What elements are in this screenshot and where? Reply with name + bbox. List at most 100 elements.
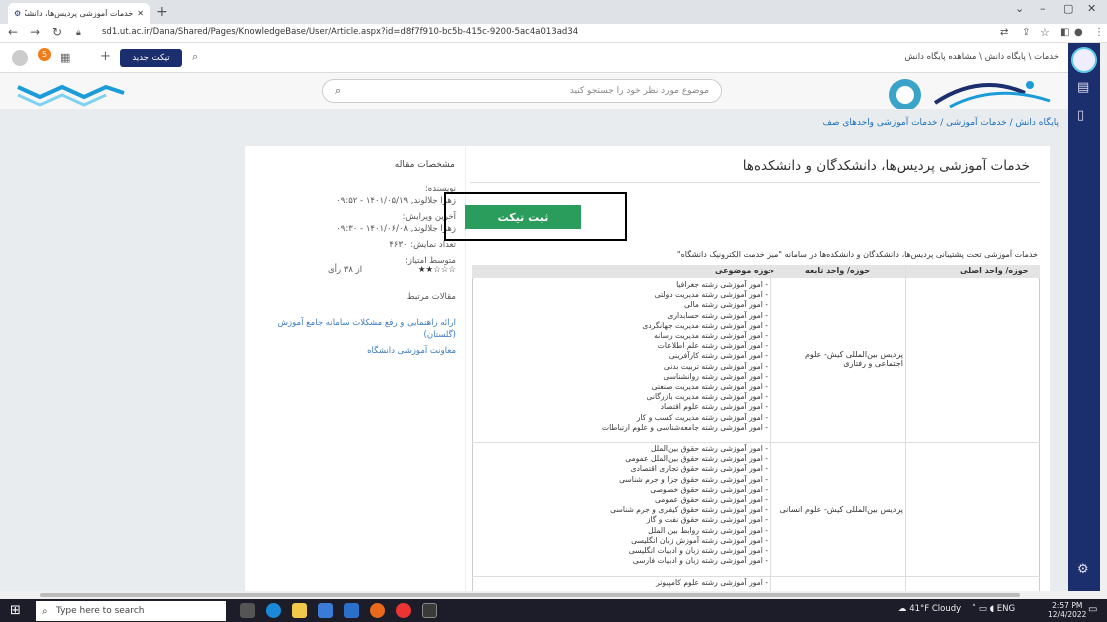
profile-icon[interactable]: ● — [1074, 27, 1083, 38]
search-input[interactable]: ⌕ موضوع مورد نظر خود را جستجو کنید — [322, 79, 722, 103]
list-item: - امور آموزشی رشته روانشناسی — [663, 371, 768, 381]
minimize-button[interactable]: – — [1040, 2, 1046, 15]
list-item: - امور آموزشی رشته تربیت بدنی — [663, 361, 768, 371]
avatar[interactable] — [12, 50, 28, 66]
clock[interactable]: 2:57 PM 12/4/2022 — [1048, 601, 1086, 619]
vertical-scrollbar[interactable] — [1100, 43, 1107, 591]
mail-icon[interactable] — [344, 603, 359, 618]
url-field[interactable]: sd1.ut.ac.ir/Dana/Shared/Pages/Knowledge… — [102, 27, 578, 37]
row-divider — [472, 442, 1040, 443]
star-icon[interactable]: ☆ — [1040, 26, 1050, 39]
close-icon[interactable]: ✕ — [137, 9, 144, 18]
search-icon: ⌕ — [42, 605, 48, 617]
list-item: - امور آموزشی رشته مدیریت رسانه — [654, 331, 768, 341]
column-header: حوزه موضوعی — [715, 266, 775, 275]
list-item: - امور آموزشی رشته آموزش زبان انگلیسی — [631, 535, 768, 545]
menu-icon[interactable]: ⋮ — [1094, 27, 1104, 38]
notification-badge[interactable]: 5 — [38, 48, 51, 61]
chevron-down-icon[interactable]: ⌄ — [1015, 2, 1024, 15]
related-link[interactable]: ارائه راهنمایی و رفع مشکلات سامانه جامع … — [268, 317, 456, 341]
list-item: - امور آموزشی رشته زبان و ادبیات انگلیسی — [628, 546, 768, 556]
list-item: - امور آموزشی رشته حقوق جزا و جرم شناسی — [619, 474, 768, 484]
sidepanel-icon[interactable]: ◧ — [1060, 27, 1069, 38]
rating-votes: از ۳۸ رأی — [328, 265, 363, 275]
taskbar-search-placeholder: Type here to search — [56, 606, 145, 616]
close-window-button[interactable]: ✕ — [1087, 2, 1096, 15]
volume-icon[interactable]: ◖ — [990, 604, 994, 614]
list-item: - امور آموزشی رشته مدیریت صنعتی — [651, 382, 768, 392]
chrome-icon[interactable] — [396, 603, 411, 618]
network-icon[interactable]: ▭ — [979, 604, 987, 614]
translate-icon[interactable]: ⇄ — [1000, 27, 1008, 38]
file-explorer-icon[interactable] — [292, 603, 307, 618]
store-icon[interactable] — [318, 603, 333, 618]
edge-icon[interactable] — [266, 603, 281, 618]
calendar-icon[interactable]: ▦ — [60, 51, 70, 64]
new-tab-button[interactable]: + — [156, 4, 168, 20]
author-label: نویسنده: — [424, 184, 456, 194]
book-icon[interactable]: ▯ — [1077, 108, 1084, 123]
rating-stars[interactable]: ★★☆☆☆ — [418, 265, 456, 275]
back-icon[interactable]: ← — [8, 25, 18, 39]
list-item: - امور آموزشی رشته حقوق بین‌الملل عمومی — [625, 454, 768, 464]
add-icon[interactable]: + — [100, 49, 111, 64]
taskbar-search-input[interactable]: ⌕ Type here to search — [36, 601, 226, 621]
language-indicator[interactable]: ENG — [997, 604, 1015, 614]
intro-text: خدمات آموزشی تحت پشتیبانی پردیس‌ها، دانش… — [676, 250, 1038, 259]
list-item: - امور آموزشی رشته کارآفرینی — [668, 351, 768, 361]
weather-text: 41°F Cloudy — [909, 604, 962, 614]
time-text: 2:57 PM — [1052, 601, 1083, 610]
favicon-icon: ⚙ — [14, 9, 22, 18]
search-icon[interactable]: ⌕ — [335, 84, 341, 98]
list-item: - امور آموزشی رشته روابط بین الملل — [648, 525, 768, 535]
related-heading: مقالات مرتبط — [406, 292, 456, 302]
list-item: - امور آموزشی رشته زبان و ادبیات فارسی — [632, 556, 768, 566]
table-cell-unit: پردیس بین‌المللی کیش- علوم اجتماعی و رفت… — [804, 350, 903, 368]
notification-icon[interactable]: ▭ — [1088, 604, 1097, 615]
university-logo[interactable] — [1071, 47, 1097, 73]
ticket-icon[interactable]: ▤ — [1077, 80, 1089, 95]
new-ticket-button[interactable]: تیکت جدید — [120, 49, 182, 67]
list-item: - امور آموزشی رشته مدیریت دولتی — [654, 290, 768, 300]
author-value: زهرا جلالوند, ۱۴۰۱/۰۵/۱۹ - ۰۹:۵۲ — [336, 196, 456, 206]
browser-tab[interactable]: ⚙ خدمات آموزشی پردیس‌ها، دانشکدگان و دان… — [8, 3, 150, 24]
firefox-icon[interactable] — [370, 603, 385, 618]
edit-value: زهرا جلالوند, ۱۴۰۱/۰۶/۰۸ - ۰۹:۳۰ — [336, 224, 456, 234]
maximize-button[interactable]: ▢ — [1063, 2, 1073, 15]
list-item: - امور آموزشی رشته مدیریت کسب و کار — [636, 412, 768, 422]
app-icon[interactable] — [422, 603, 437, 618]
list-item: - امور آموزشی رشته حقوق نفت و گاز — [646, 515, 768, 525]
page-title: خدمات آموزشی پردیس‌ها، دانشکدگان و دانشک… — [742, 158, 1030, 174]
views-count: تعداد نمایش: ۴۶۳۰ — [389, 240, 456, 250]
list-item: - امور آموزشی رشته علوم اقتصاد — [660, 402, 768, 412]
lock-icon: 🔒︎ — [76, 28, 81, 38]
cloud-icon: ☁ — [898, 604, 907, 614]
date-text: 12/4/2022 — [1048, 610, 1087, 619]
list-item: - امور آموزشی رشته مدیریت جهانگردی — [642, 320, 768, 330]
submit-ticket-button[interactable]: ثبت تیکت — [465, 205, 581, 229]
table-cell-unit: پردیس بین‌المللی کیش- علوم انسانی — [779, 505, 903, 514]
list-item: - امور آموزشی رشته حقوق خصوصی — [650, 484, 768, 494]
list-item: - امور آموزشی رشته حقوق کیفری و جرم شناس… — [610, 505, 768, 515]
related-link[interactable]: معاونت آموزشی دانشگاه — [268, 345, 456, 357]
windows-start-icon[interactable]: ⊞ — [10, 603, 21, 618]
list-item: - امور آموزشی رشته حقوق بین‌الملل — [650, 444, 768, 453]
list-item: - امور آموزشی رشته مالی — [683, 300, 768, 310]
table-cell-subjects: - امور آموزشی رشته علوم کامپیوتر — [474, 578, 768, 588]
taskview-icon[interactable] — [240, 603, 255, 618]
title-divider — [470, 182, 1040, 183]
breadcrumb[interactable]: پایگاه دانش / خدمات آموزشی / خدمات آموزش… — [823, 118, 1059, 128]
list-item: - امور آموزشی رشته حسابداری — [667, 310, 768, 320]
system-tray[interactable]: ☁ 41°F Cloudy ˄ ▭ ◖ ENG — [898, 604, 1015, 614]
list-item: - امور آموزشی رشته علوم کامپیوتر — [656, 578, 768, 587]
forward-icon[interactable]: → — [30, 25, 40, 39]
search-icon[interactable]: ⌕ — [192, 50, 198, 64]
submit-ticket-label: ثبت تیکت — [497, 210, 549, 224]
chevron-up-icon[interactable]: ˄ — [972, 604, 976, 614]
new-ticket-label: تیکت جدید — [132, 53, 170, 63]
scrollbar-thumb[interactable] — [40, 593, 1020, 597]
share-icon[interactable]: ⇪ — [1022, 27, 1030, 38]
gear-icon[interactable]: ⚙ — [1077, 562, 1089, 577]
reload-icon[interactable]: ↻ — [52, 25, 62, 39]
column-header: حوزه/ واحد اصلی — [960, 266, 1029, 275]
